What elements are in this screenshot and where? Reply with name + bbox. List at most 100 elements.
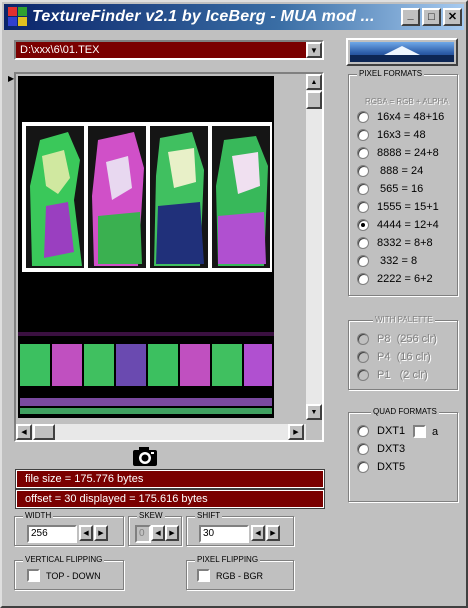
pixel-format-label: 1555 = 15+1 — [377, 201, 439, 213]
quad-format-radio[interactable] — [357, 425, 369, 437]
top-down-checkbox[interactable] — [27, 569, 40, 582]
close-icon: ✕ — [447, 10, 458, 23]
pixel-format-radio[interactable] — [357, 165, 369, 177]
file-path-select[interactable]: D:\xxx\6\01.TEX ▼ — [14, 40, 324, 60]
pixel-format-option[interactable]: 16x3 = 48 — [357, 129, 426, 141]
skew-value: 0 — [139, 528, 145, 539]
app-icon — [8, 7, 28, 27]
texture-preview-image — [18, 76, 274, 418]
width-decrease-icon[interactable]: ◀ — [79, 525, 93, 541]
scroll-right-icon[interactable]: ▶ — [288, 424, 304, 440]
title-bar[interactable]: TextureFinder v2.1 by IceBerg - MUA mod … — [4, 4, 464, 30]
maximize-icon: □ — [428, 10, 435, 23]
quad-formats-group: QUAD FORMATS DXT1 DXT3 DXT5 a — [348, 407, 458, 502]
scroll-down-icon[interactable]: ▼ — [306, 404, 322, 420]
pixel-format-option[interactable]: 888 = 24 — [357, 165, 423, 177]
rgb-bgr-checkbox[interactable] — [197, 569, 210, 582]
palette-label: P8 (256 clr) — [377, 333, 437, 345]
pixel-format-option[interactable]: 332 = 8 — [357, 255, 417, 267]
minimize-button[interactable]: _ — [401, 8, 420, 26]
main-window: TextureFinder v2.1 by IceBerg - MUA mod … — [0, 0, 468, 608]
chevron-down-icon[interactable]: ▼ — [306, 42, 322, 58]
window-title: TextureFinder v2.1 by IceBerg - MUA mod … — [32, 8, 375, 25]
vertical-flipping-label: VERTICAL FLIPPING — [23, 555, 105, 564]
iceberg-logo-button[interactable] — [346, 38, 458, 66]
shift-value: 30 — [203, 528, 215, 539]
pixel-format-option[interactable]: 8332 = 8+8 — [357, 237, 433, 249]
quad-format-option[interactable]: DXT1 — [357, 425, 405, 437]
palette-option[interactable]: P1 (2 clr) — [357, 369, 428, 381]
maximize-button[interactable]: □ — [422, 8, 441, 26]
shift-decrease-icon[interactable]: ◀ — [251, 525, 265, 541]
scroll-left-icon[interactable]: ◀ — [16, 424, 32, 440]
close-button[interactable]: ✕ — [443, 8, 462, 26]
pixel-format-label: 4444 = 12+4 — [377, 219, 439, 231]
pixel-format-option[interactable]: 565 = 16 — [357, 183, 423, 195]
pixel-format-radio[interactable] — [357, 219, 369, 231]
palette-radio[interactable] — [357, 369, 369, 381]
rgb-bgr-option[interactable]: RGB - BGR — [197, 569, 263, 582]
pixel-format-radio[interactable] — [357, 237, 369, 249]
vertical-flipping-group: VERTICAL FLIPPING TOP - DOWN — [14, 555, 124, 590]
palette-label: P4 (16 clr) — [377, 351, 431, 363]
dxt1-alpha-checkbox[interactable] — [413, 425, 426, 438]
pixel-format-option[interactable]: 1555 = 15+1 — [357, 201, 439, 213]
pixel-format-label: 888 = 24 — [377, 165, 424, 177]
horizontal-scrollbar[interactable]: ◀ ▶ — [16, 424, 306, 440]
palette-label: P1 (2 clr) — [377, 369, 428, 381]
quad-format-option[interactable]: DXT3 — [357, 443, 405, 455]
pixel-flipping-label: PIXEL FLIPPING — [195, 555, 261, 564]
quad-formats-label: QUAD FORMATS — [371, 407, 439, 416]
pixel-format-radio[interactable] — [357, 129, 369, 141]
width-label: WIDTH — [23, 511, 54, 520]
shift-input[interactable]: 30 — [199, 525, 249, 543]
texture-viewer: ▲ ▼ ◀ ▶ — [14, 72, 324, 442]
quad-format-label: DXT5 — [377, 461, 406, 473]
pixel-format-label: 16x3 = 48 — [377, 129, 426, 141]
pixel-format-radio[interactable] — [357, 201, 369, 213]
iceberg-logo-icon — [350, 42, 454, 62]
pixel-format-radio[interactable] — [357, 147, 369, 159]
pixel-format-option[interactable]: 16x4 = 48+16 — [357, 111, 444, 123]
quad-format-radio[interactable] — [357, 443, 369, 455]
scroll-up-icon[interactable]: ▲ — [306, 74, 322, 90]
pixel-format-radio[interactable] — [357, 273, 369, 285]
width-input[interactable]: 256 — [27, 525, 77, 543]
top-down-option[interactable]: TOP - DOWN — [27, 569, 101, 582]
quad-format-option[interactable]: DXT5 — [357, 461, 405, 473]
palette-radio[interactable] — [357, 351, 369, 363]
with-palette-group: WITH PALETTE P8 (256 clr) P4 (16 clr) P1 (… — [348, 315, 458, 390]
file-path-value: D:\xxx\6\01.TEX — [20, 44, 100, 56]
pixel-formats-group: PIXEL FORMATS RGBA = RGB + ALPHA 16x4 = … — [348, 69, 458, 296]
pixel-formats-label: PIXEL FORMATS — [357, 69, 425, 78]
vertical-scrollbar[interactable]: ▲ ▼ — [306, 74, 322, 420]
quad-format-radio[interactable] — [357, 461, 369, 473]
pixel-format-option[interactable]: 2222 = 6+2 — [357, 273, 433, 285]
rgba-subtitle: RGBA = RGB + ALPHA — [363, 97, 451, 106]
camera-icon[interactable] — [131, 446, 159, 468]
horizontal-scroll-thumb[interactable] — [33, 424, 55, 440]
shift-label: SHIFT — [195, 511, 223, 520]
pixel-format-label: 565 = 16 — [377, 183, 424, 195]
texture-canvas[interactable] — [18, 76, 274, 418]
skew-increase-icon[interactable]: ▶ — [165, 525, 179, 541]
pixel-format-label: 8888 = 24+8 — [377, 147, 439, 159]
pixel-format-option[interactable]: 4444 = 12+4 — [357, 219, 439, 231]
minimize-icon: _ — [407, 8, 414, 21]
pixel-format-radio[interactable] — [357, 111, 369, 123]
file-size-readout: file size = 175.776 bytes — [15, 469, 325, 489]
dxt1-alpha-option[interactable]: a — [413, 425, 438, 438]
shift-increase-icon[interactable]: ▶ — [266, 525, 280, 541]
pixel-format-radio[interactable] — [357, 183, 369, 195]
palette-radio[interactable] — [357, 333, 369, 345]
vertical-scroll-thumb[interactable] — [306, 91, 322, 109]
palette-option[interactable]: P4 (16 clr) — [357, 351, 431, 363]
pixel-format-radio[interactable] — [357, 255, 369, 267]
skew-input[interactable]: 0 — [135, 525, 151, 543]
quad-format-label: DXT1 — [377, 425, 406, 437]
width-increase-icon[interactable]: ▶ — [94, 525, 108, 541]
palette-option[interactable]: P8 (256 clr) — [357, 333, 437, 345]
pixel-format-option[interactable]: 8888 = 24+8 — [357, 147, 439, 159]
file-size-text: file size = 175.776 bytes — [25, 473, 144, 485]
skew-decrease-icon[interactable]: ◀ — [151, 525, 165, 541]
